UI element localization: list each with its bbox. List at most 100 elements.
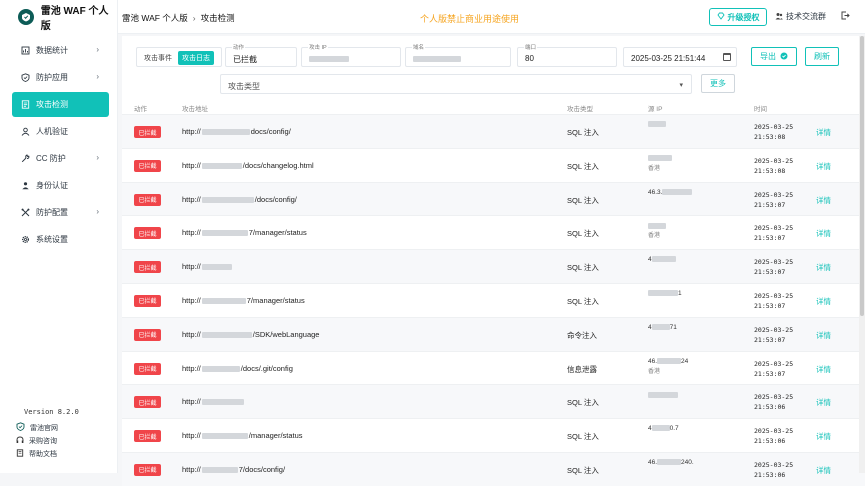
status-badge: 已拦截 [134,362,161,375]
shield-icon [16,422,25,433]
column-time: 时间 [754,106,767,113]
redacted-ip [648,155,672,162]
sidebar-item-3[interactable]: 人机验证 [12,119,109,144]
filter-bar: 攻击事件 攻击日志 动作 已拦截 攻击 IP 域名 端口 80 2025-03-… [131,42,851,102]
tab-attack-events[interactable]: 攻击事件 [142,53,174,63]
table-row: 已拦截 http:// /SDK/webLanguage 命令注入 4 71 2025-03… [122,316,865,351]
wrench-icon [20,154,30,164]
footer-link-0[interactable]: 雷池官网 [16,421,58,434]
chevron-down-icon: ▾ [679,82,683,89]
detail-link[interactable]: 详情 [816,161,831,172]
attack-url: http:// [182,397,245,406]
domain-field[interactable]: 域名 [405,43,511,67]
attack-clock: 21:53:07 [754,301,786,310]
detail-link[interactable]: 详情 [816,330,831,341]
sidebar-item-2[interactable]: 攻击检测 [12,92,109,117]
source-ip [648,120,666,130]
domain-label: 域名 [412,43,426,51]
source-ip-field[interactable]: 攻击 IP [301,43,401,67]
detail-link[interactable]: 详情 [816,397,831,408]
attack-time: 2025-03-25 21:53:06 [754,392,793,412]
attack-url: http:// docs/config/ [182,127,291,136]
detail-link[interactable]: 详情 [816,465,831,476]
source-ip: 香港 [648,221,666,241]
attack-time: 2025-03-25 21:53:06 [754,460,793,480]
attack-log-table: 已拦截 http://docs/config/SQL 注入 2025-03-25 21… [122,114,865,486]
more-button[interactable]: 更多 [701,74,735,93]
redacted-host [201,196,254,203]
gear-icon [20,235,30,245]
attack-date: 2025-03-25 [754,427,794,436]
detail-link[interactable]: 详情 [816,296,831,307]
headset-icon [16,436,24,446]
sidebar-item-4[interactable]: CC 防护 › [12,146,109,171]
ip-visible-start: 46.3. [648,188,663,196]
sidebar-item-1[interactable]: 防护应用 › [12,65,109,90]
url-path: /manager/status [248,431,303,441]
redacted-ip [662,188,693,195]
scrollbar-thumb[interactable] [860,36,864,316]
scrollbar[interactable] [859,36,865,473]
sidebar-item-0[interactable]: 数据统计 › [12,38,109,63]
license-notice: 个人版禁止商业用途使用 [420,14,520,24]
attack-time: 2025-03-25 21:53:07 [754,291,793,311]
url-path: docs/config/ [250,127,291,136]
breadcrumb-app[interactable]: 雷池 WAF 个人版 [122,13,188,23]
url-prefix: http:// [182,160,201,170]
sidebar-item-7[interactable]: 系统设置 [12,227,109,252]
export-button[interactable]: 导出 [751,47,797,66]
ip-visible-end: 1 [678,289,682,297]
redacted-ip [648,121,666,128]
attack-date: 2025-03-25 [754,460,794,469]
attack-url: http:// /manager/status [182,431,303,440]
attack-date: 2025-03-25 [754,224,794,233]
datetime-picker[interactable]: 2025-03-25 21:51:44 [623,47,737,67]
url-prefix: http:// [182,397,201,407]
status-badge: 已拦截 [134,261,161,274]
status-badge: 已拦截 [134,126,161,138]
ip-visible-start: 46. [648,357,658,365]
sidebar-item-label: 身份认证 [36,181,68,190]
url-path: /docs/.git/config [240,363,293,373]
redacted-ip [648,290,678,297]
source-ip: 1 [648,289,682,299]
status-badge: 已拦截 [134,396,161,409]
redacted-host [201,365,240,372]
source-ip: 4 [648,255,676,265]
footer-link-2[interactable]: 帮助文档 [16,447,58,460]
detail-link[interactable]: 详情 [816,364,831,375]
redacted-host [201,399,244,406]
action-select[interactable]: 动作 已拦截 [225,43,297,67]
detail-link[interactable]: 详情 [816,431,831,442]
attack-clock: 21:53:06 [754,403,786,412]
attack-time: 2025-03-25 21:53:08 [754,122,793,142]
footer-link-1[interactable]: 采购咨询 [16,434,58,447]
detail-link[interactable]: 详情 [816,127,831,138]
attack-date: 2025-03-25 [754,359,794,368]
upgrade-button[interactable]: 升级授权 [709,8,767,26]
chevron-right-icon: › [96,153,99,162]
sidebar-item-5[interactable]: 身份认证 [12,173,109,198]
port-field[interactable]: 端口 80 [517,43,617,67]
sidebar-item-6[interactable]: 防护配置 › [12,200,109,225]
tech-group-link[interactable]: 技术交流群 [775,11,826,22]
redacted-ip [651,324,670,331]
tab-attack-logs[interactable]: 攻击日志 [178,51,214,65]
logout-icon[interactable] [841,11,850,22]
attack-clock: 21:53:07 [754,200,786,209]
refresh-button[interactable]: 刷新 [805,47,839,66]
brand[interactable]: 雷池 WAF 个人版 [0,0,117,34]
detail-link[interactable]: 详情 [816,195,831,206]
attack-clock: 21:53:06 [754,437,786,446]
attack-type: SQL 注入 [567,263,599,273]
attack-time: 2025-03-25 21:53:07 [754,190,793,210]
detail-link[interactable]: 详情 [816,262,831,273]
status-badge: 已拦截 [134,294,161,307]
ip-visible-start: 46. [648,458,658,466]
attack-clock: 21:53:07 [754,234,786,243]
detail-link[interactable]: 详情 [816,228,831,239]
attack-type-select[interactable]: 攻击类型 ▾ [220,74,692,94]
redacted-ip [648,391,678,398]
sidebar-item-label: 防护配置 [36,208,68,217]
redacted-ip [651,256,676,263]
